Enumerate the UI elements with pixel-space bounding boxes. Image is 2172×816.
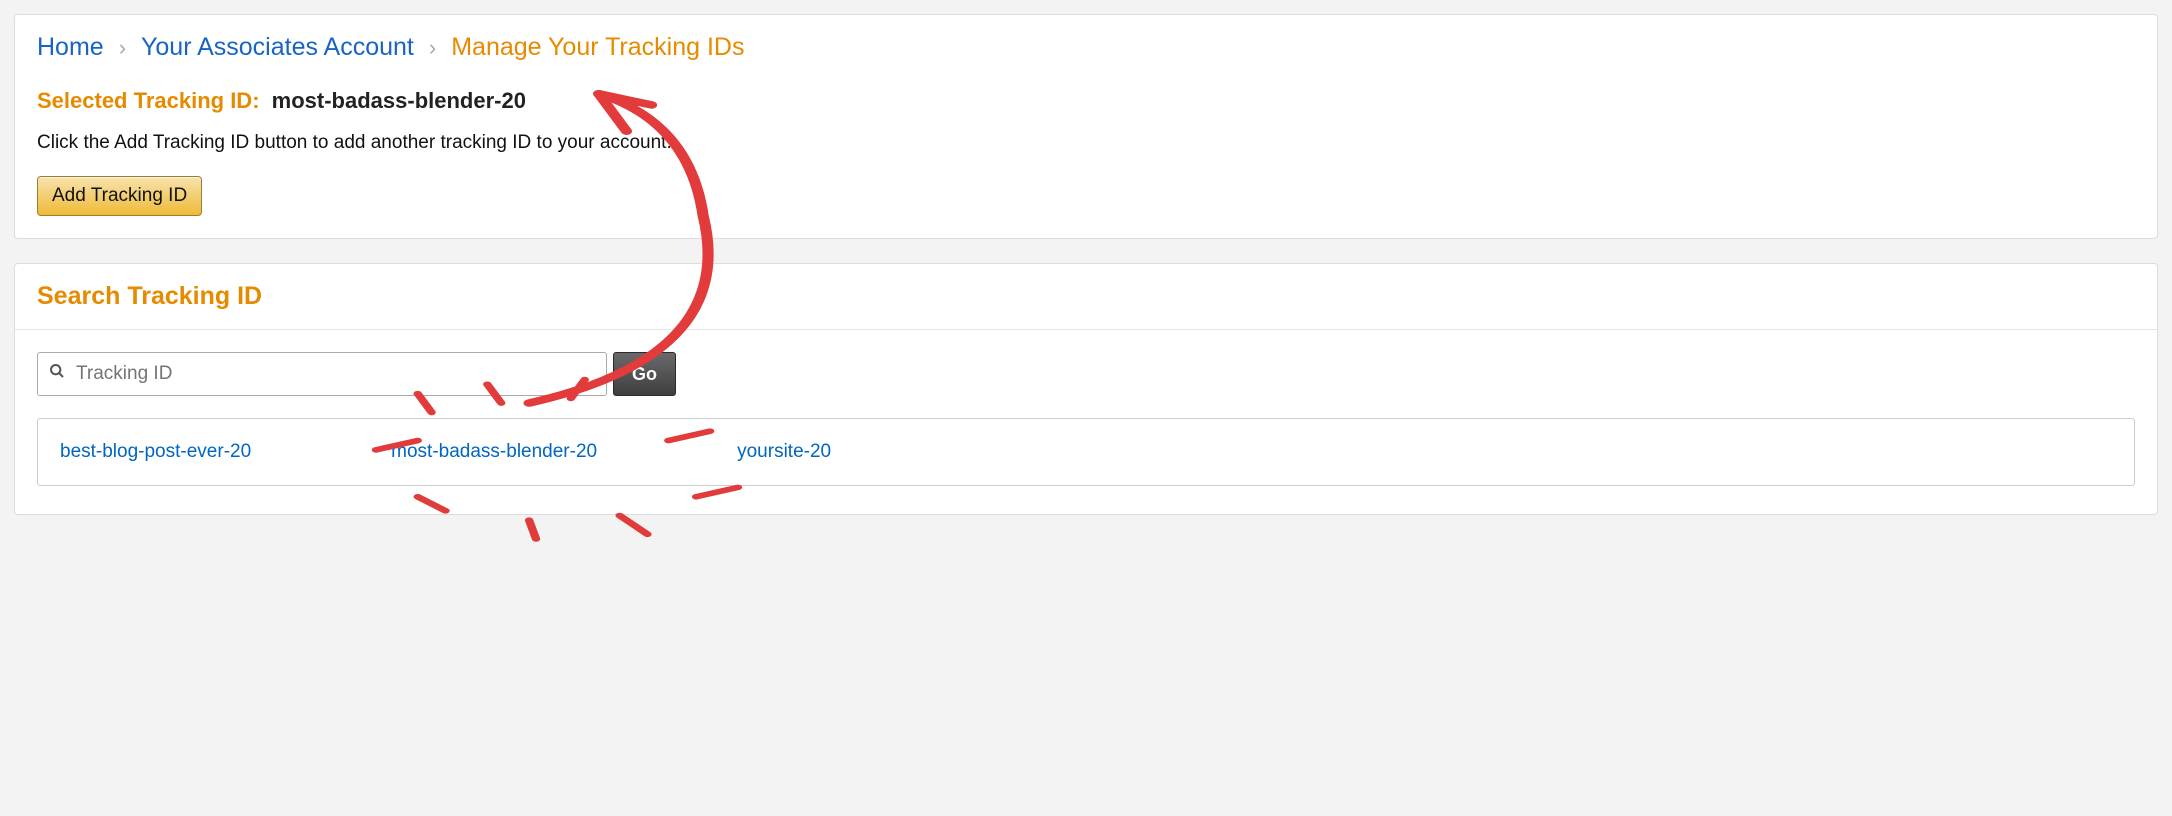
tracking-id-link[interactable]: best-blog-post-ever-20 [60, 441, 251, 463]
search-title: Search Tracking ID [37, 282, 2135, 311]
search-row: Go [37, 352, 2135, 396]
breadcrumb-home[interactable]: Home [37, 33, 104, 62]
breadcrumb-current: Manage Your Tracking IDs [451, 33, 744, 62]
tracking-id-link[interactable]: most-badass-blender-20 [391, 441, 597, 463]
search-input[interactable] [37, 352, 607, 396]
selected-label: Selected Tracking ID: [37, 88, 260, 113]
breadcrumb: Home › Your Associates Account › Manage … [37, 33, 2135, 62]
go-button[interactable]: Go [613, 352, 676, 396]
add-tracking-id-button[interactable]: Add Tracking ID [37, 176, 202, 216]
tracking-id-panel: Home › Your Associates Account › Manage … [14, 14, 2158, 239]
chevron-right-icon: › [119, 35, 126, 61]
divider [15, 329, 2157, 330]
search-input-wrapper [37, 352, 607, 396]
tracking-id-link[interactable]: yoursite-20 [737, 441, 831, 463]
chevron-right-icon: › [429, 35, 436, 61]
selected-value: most-badass-blender-20 [272, 88, 526, 113]
search-panel: Search Tracking ID Go best-blog-post-eve… [14, 263, 2158, 515]
help-text: Click the Add Tracking ID button to add … [37, 132, 2135, 154]
selected-tracking-id: Selected Tracking ID: most-badass-blende… [37, 88, 2135, 114]
breadcrumb-account[interactable]: Your Associates Account [141, 33, 414, 62]
results-box: best-blog-post-ever-20 most-badass-blend… [37, 418, 2135, 486]
